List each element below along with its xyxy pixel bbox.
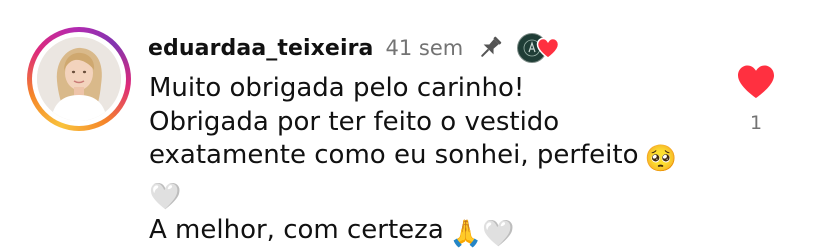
emoji-line: 🤍 bbox=[149, 177, 689, 215]
comment-line: Muito obrigada pelo carinho! bbox=[149, 73, 525, 103]
like-count[interactable]: 1 bbox=[733, 112, 779, 134]
avatar-story-ring[interactable] bbox=[27, 27, 131, 131]
heart-icon[interactable] bbox=[736, 64, 776, 100]
comment: eduardaa_teixeira 41 sem Muito obrigada … bbox=[0, 0, 820, 251]
folded-hands-emoji: 🙏 bbox=[449, 219, 483, 249]
avatar-ring-gap bbox=[32, 32, 126, 126]
creator-liked-badge bbox=[517, 31, 561, 65]
comment-line: Obrigada por ter feito o vestido bbox=[149, 106, 560, 137]
timestamp: 41 sem bbox=[385, 36, 464, 60]
creator-liked-heart-icon bbox=[536, 37, 560, 59]
username[interactable]: eduardaa_teixeira bbox=[148, 36, 374, 61]
comment-header: eduardaa_teixeira 41 sem bbox=[148, 30, 561, 66]
pin-icon bbox=[475, 33, 505, 63]
comment-line-text: exatamente como eu sonhei, perfeito bbox=[149, 140, 639, 170]
comment-line-with-emoji: exatamente como eu sonhei, perfeito 🥺 bbox=[149, 139, 689, 177]
comment-line-text: A melhor, com certeza bbox=[149, 215, 444, 245]
avatar-photo bbox=[37, 37, 121, 121]
white-heart-emoji: 🤍 bbox=[482, 219, 515, 249]
comment-text: Muito obrigada pelo carinho! Obrigada po… bbox=[149, 72, 689, 252]
like-area: 1 bbox=[733, 64, 779, 134]
avatar[interactable] bbox=[37, 37, 121, 121]
white-heart-emoji: 🤍 bbox=[149, 181, 182, 212]
pleading-face-emoji: 🥺 bbox=[644, 144, 677, 174]
comment-line-with-emoji: A melhor, com certeza 🙏🤍 bbox=[149, 214, 689, 252]
